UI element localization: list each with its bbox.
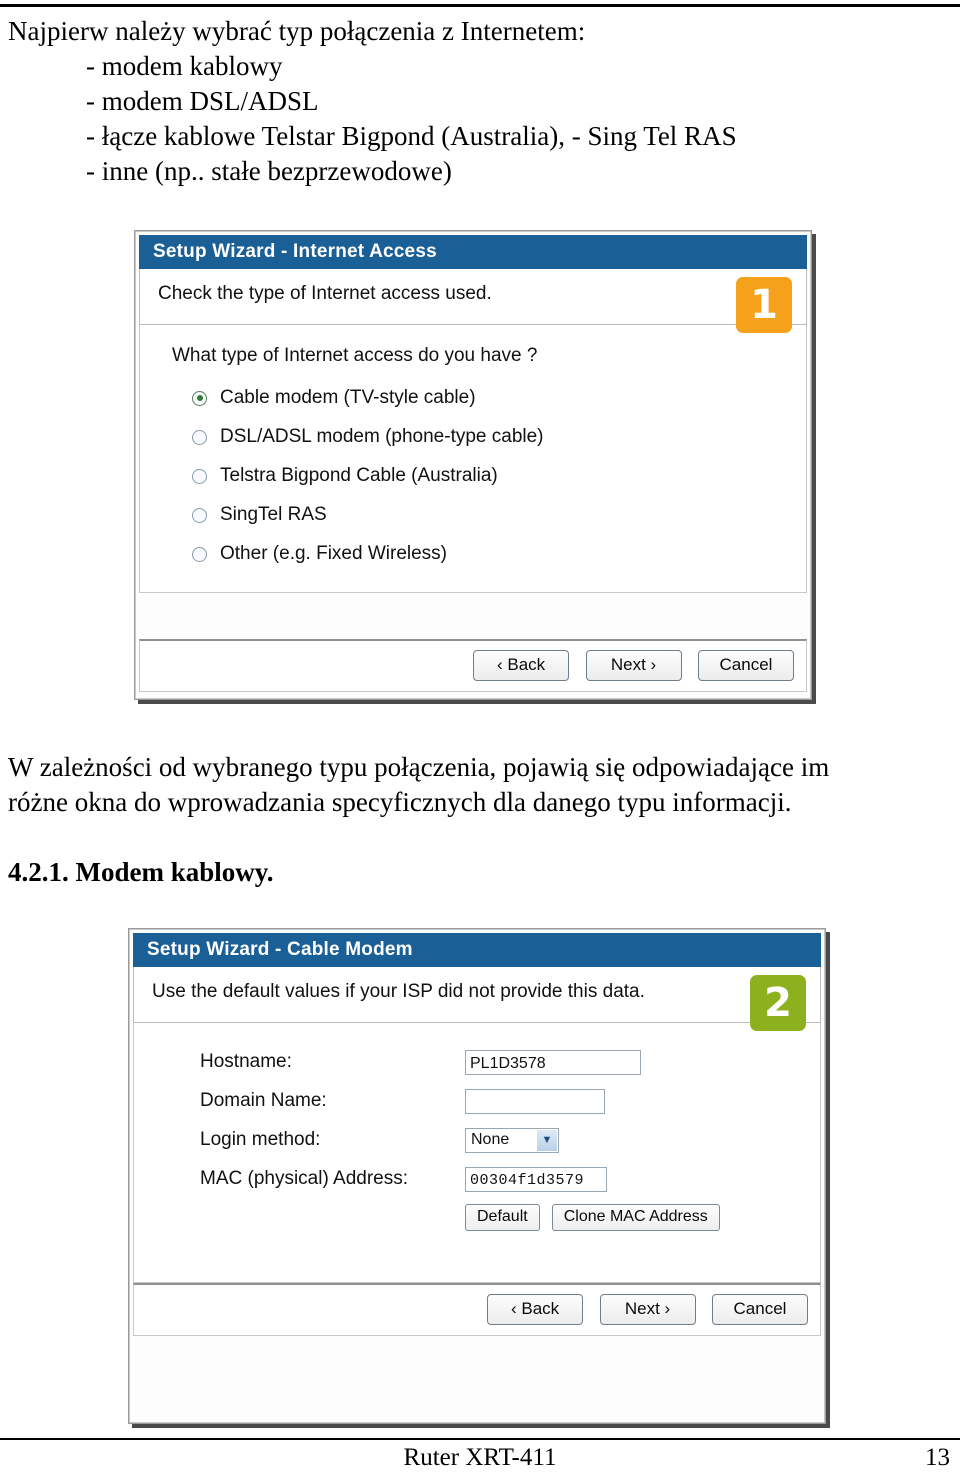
radio-label: Other (e.g. Fixed Wireless) [220,543,447,564]
mac-address-input[interactable]: 00304f1d3579 [465,1166,607,1192]
mac-address-row: MAC (physical) Address: 00304f1d3579 [200,1164,802,1194]
login-method-label: Login method: [200,1129,321,1150]
mac-action-buttons: Default Clone MAC Address [465,1204,802,1231]
radio-icon[interactable] [192,546,207,562]
mac-address-label: MAC (physical) Address: [200,1168,409,1189]
radio-label: Cable modem (TV-style cable) [220,387,476,408]
hostname-input[interactable]: PL1D3578 [465,1049,641,1075]
default-button[interactable]: Default [465,1204,540,1231]
dialog-instruction-text: Use the default values if your ISP did n… [152,981,645,1002]
domain-name-input[interactable] [465,1088,605,1114]
intro-text-block: Najpierw należy wybrać typ połączenia z … [8,14,948,189]
footer-rule [0,1438,960,1440]
radio-option-dsl-adsl[interactable]: DSL/ADSL modem (phone-type cable) [192,426,788,448]
login-method-select[interactable]: None ▼ [465,1127,559,1153]
back-button[interactable]: ‹ Back [473,650,570,681]
dialog-button-bar: ‹ Back Next › Cancel [133,1283,821,1336]
domain-name-label: Domain Name: [200,1090,327,1111]
intro-bullet-3: - łącze kablowe Telstar Bigpond (Austral… [86,121,737,151]
radio-label: SingTel RAS [220,504,327,525]
radio-option-singtel-ras[interactable]: SingTel RAS [192,504,788,526]
next-button[interactable]: Next › [585,650,682,681]
explanation-paragraph: W zależności od wybranego typu połączeni… [8,750,952,820]
dialog-body: What type of Internet access do you have… [139,325,807,593]
step-badge-1: 1 [736,277,792,333]
clone-mac-address-button[interactable]: Clone MAC Address [551,1204,720,1231]
dialog-titlebar: Setup Wizard - Internet Access [139,235,807,269]
document-page: Najpierw należy wybrać typ połączenia z … [0,0,960,1484]
cancel-button[interactable]: Cancel [712,1294,808,1325]
radio-option-telstra-bigpond[interactable]: Telstra Bigpond Cable (Australia) [192,465,788,487]
setup-wizard-cable-modem-dialog: Setup Wizard - Cable Modem Use the defau… [128,928,826,1424]
next-button[interactable]: Next › [599,1294,696,1325]
domain-name-row: Domain Name: [200,1086,802,1116]
dialog-inner-frame: Setup Wizard - Internet Access Check the… [135,231,811,699]
chevron-down-icon[interactable]: ▼ [537,1129,557,1151]
page-number: 13 [925,1444,950,1471]
radio-label: DSL/ADSL modem (phone-type cable) [220,426,544,447]
hostname-row: Hostname: PL1D3578 [200,1047,802,1077]
radio-icon[interactable] [192,429,207,445]
intro-bullet-2: - modem DSL/ADSL [86,86,319,116]
section-heading: 4.2.1. Modem kablowy. [8,857,274,887]
dialog-button-bar: ‹ Back Next › Cancel [139,639,807,692]
explanation-line-2: różne okna do wprowadzania specyficznych… [8,787,792,817]
dialog-instruction-text: Check the type of Internet access used. [158,283,492,304]
footer-title: Ruter XRT-411 [403,1444,557,1471]
dialog-titlebar: Setup Wizard - Cable Modem [133,933,821,967]
intro-bullet-1: - modem kablowy [86,51,283,81]
access-type-question: What type of Internet access do you have… [172,345,538,366]
step-badge-2: 2 [750,975,806,1031]
access-type-radio-group: Cable modem (TV-style cable) DSL/ADSL mo… [192,387,788,565]
back-button[interactable]: ‹ Back [487,1294,584,1325]
dialog-instruction-bar: Check the type of Internet access used. … [139,269,807,333]
radio-label: Telstra Bigpond Cable (Australia) [220,465,498,486]
hostname-label: Hostname: [200,1051,292,1072]
radio-icon[interactable] [192,507,207,523]
radio-icon[interactable] [192,468,207,484]
intro-bullet-4: - inne (np.. stałe bezprzewodowe) [86,156,452,186]
radio-option-cable-modem[interactable]: Cable modem (TV-style cable) [192,387,788,409]
radio-icon-selected[interactable] [192,390,207,406]
dialog-body: Hostname: PL1D3578 Domain Name: Login me… [133,1023,821,1283]
dialog-inner-frame: Setup Wizard - Cable Modem Use the defau… [129,929,825,1423]
radio-option-other[interactable]: Other (e.g. Fixed Wireless) [192,543,788,565]
login-method-value: None [471,1131,510,1148]
intro-lead: Najpierw należy wybrać typ połączenia z … [8,16,586,46]
login-method-row: Login method: None ▼ [200,1125,802,1155]
cancel-button[interactable]: Cancel [698,650,794,681]
cable-modem-form: Hostname: PL1D3578 Domain Name: Login me… [200,1047,802,1231]
page-footer: Ruter XRT-411 13 [0,1444,960,1484]
explanation-line-1: W zależności od wybranego typu połączeni… [8,752,830,782]
dialog-instruction-bar: Use the default values if your ISP did n… [133,967,821,1031]
header-rule [0,4,960,7]
setup-wizard-internet-access-dialog: Setup Wizard - Internet Access Check the… [134,230,812,700]
